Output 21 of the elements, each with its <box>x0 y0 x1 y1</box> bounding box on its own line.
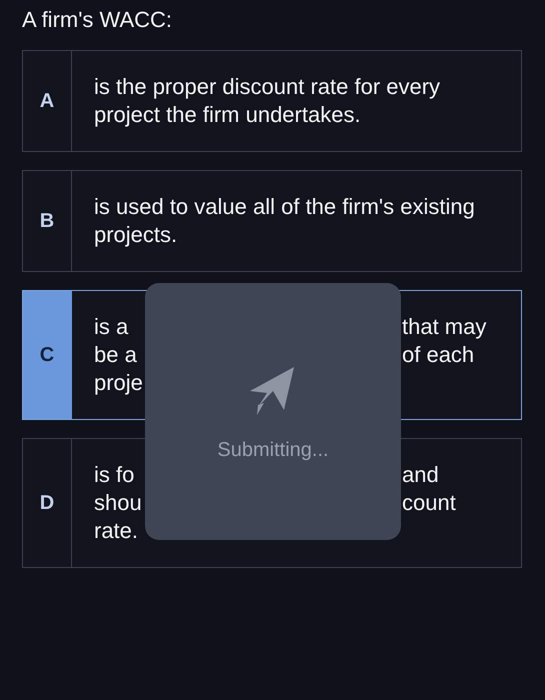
option-text: rate. <box>94 518 138 543</box>
option-text: is a <box>94 314 128 339</box>
option-text: of each <box>402 342 474 367</box>
answer-option[interactable]: A is the proper discount rate for every project the firm undertakes. <box>22 50 522 152</box>
option-text: shou <box>94 490 142 515</box>
option-text: count <box>402 490 456 515</box>
option-text: is used to value all of the firm's existing projects. <box>94 193 476 249</box>
option-text: be a <box>94 342 137 367</box>
option-text: that may <box>402 314 486 339</box>
option-text: proje <box>94 370 143 395</box>
option-letter: C <box>40 344 54 366</box>
option-text: is the proper discount rate for every project the firm undertakes. <box>94 73 442 129</box>
status-message: Submitting... <box>217 439 329 462</box>
option-letter: D <box>40 492 54 514</box>
question-text: A firm's WACC: <box>22 6 174 34</box>
option-text: is fo <box>94 462 134 487</box>
option-letter: B <box>40 210 54 232</box>
option-text: and <box>402 462 439 487</box>
paper-plane-icon <box>250 367 296 415</box>
option-letter: A <box>40 90 54 112</box>
answer-option[interactable]: B is used to value all of the firm's existing projects. <box>22 170 522 272</box>
